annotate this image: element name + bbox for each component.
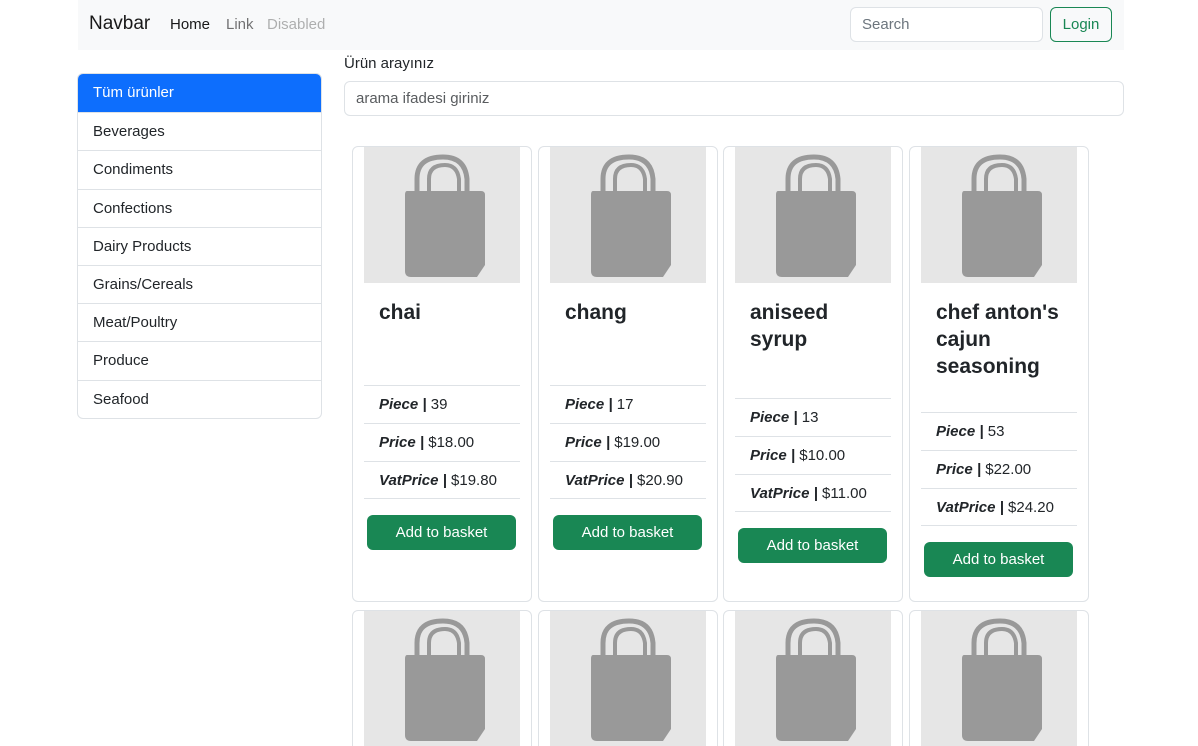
nav-link-home[interactable]: Home bbox=[170, 16, 210, 33]
product-vat-row: VatPrice | $19.80 bbox=[364, 461, 520, 499]
navbar-brand[interactable]: Navbar bbox=[89, 13, 150, 35]
piece-label: Piece bbox=[936, 423, 976, 440]
shopping-bag-icon bbox=[776, 154, 856, 277]
product-card bbox=[723, 610, 903, 746]
product-title: aniseed syrup bbox=[750, 301, 829, 351]
vat-price-label: VatPrice bbox=[936, 499, 996, 516]
product-piece-row: Piece | 17 bbox=[550, 385, 706, 423]
navbar: Navbar Home Link Disabled Login bbox=[78, 0, 1124, 50]
piece-value: 17 bbox=[616, 396, 634, 413]
product-image bbox=[364, 147, 520, 283]
shopping-bag-icon bbox=[405, 618, 485, 741]
separator: | bbox=[601, 434, 615, 451]
piece-label: Piece bbox=[379, 396, 419, 413]
vat-price-value: $19.80 bbox=[451, 472, 497, 489]
separator: | bbox=[438, 472, 452, 489]
vat-price-label: VatPrice bbox=[565, 472, 625, 489]
separator: | bbox=[604, 396, 617, 413]
separator: | bbox=[418, 396, 431, 413]
vat-price-value: $20.90 bbox=[637, 472, 683, 489]
product-price-row: Price | $10.00 bbox=[735, 436, 891, 474]
product-title: chang bbox=[565, 301, 627, 324]
product-piece-row: Piece | 13 bbox=[735, 398, 891, 436]
separator: | bbox=[809, 485, 823, 502]
product-vat-row: VatPrice | $11.00 bbox=[735, 474, 891, 512]
category-item-condiments[interactable]: Condiments bbox=[78, 150, 321, 188]
product-price-row: Price | $22.00 bbox=[921, 450, 1077, 488]
product-card: chai Piece | 39 Price | $18.00 VatPrice … bbox=[352, 146, 532, 602]
piece-value: 13 bbox=[801, 409, 819, 426]
separator: | bbox=[789, 409, 802, 426]
price-value: $10.00 bbox=[799, 447, 846, 464]
vat-price-label: VatPrice bbox=[379, 472, 439, 489]
vat-price-label: VatPrice bbox=[750, 485, 810, 502]
separator: | bbox=[975, 423, 988, 440]
shopping-bag-icon bbox=[962, 618, 1042, 741]
price-value: $19.00 bbox=[614, 434, 661, 451]
vat-price-value: $11.00 bbox=[822, 485, 867, 502]
shopping-bag-icon bbox=[405, 154, 485, 277]
category-item-grains-cereals[interactable]: Grains/Cereals bbox=[78, 264, 321, 303]
nav-link-disabled: Disabled bbox=[267, 16, 326, 33]
category-list: Tüm ürünler Beverages Condiments Confect… bbox=[77, 73, 322, 419]
product-search-label: Ürün arayınız bbox=[344, 55, 435, 72]
shopping-bag-icon bbox=[776, 618, 856, 741]
piece-label: Piece bbox=[750, 409, 790, 426]
price-value: $18.00 bbox=[428, 434, 475, 451]
product-image bbox=[735, 147, 891, 283]
product-image bbox=[550, 147, 706, 283]
piece-label: Piece bbox=[565, 396, 605, 413]
category-item-seafood[interactable]: Seafood bbox=[78, 379, 321, 418]
login-button[interactable]: Login bbox=[1050, 7, 1112, 42]
product-title: chef anton's cajun seasoning bbox=[936, 301, 1059, 378]
shopping-bag-icon bbox=[591, 618, 671, 741]
product-search-input[interactable] bbox=[344, 81, 1124, 116]
product-card: chef anton's cajun seasoning Piece | 53 … bbox=[909, 146, 1089, 602]
category-item-meat-poultry[interactable]: Meat/Poultry bbox=[78, 303, 321, 341]
price-label: Price bbox=[379, 434, 416, 451]
product-card: aniseed syrup Piece | 13 Price | $10.00 … bbox=[723, 146, 903, 602]
product-image bbox=[364, 611, 520, 746]
product-card bbox=[538, 610, 718, 746]
product-image bbox=[550, 611, 706, 746]
category-item-confections[interactable]: Confections bbox=[78, 188, 321, 227]
product-image bbox=[921, 611, 1077, 746]
nav-link-link[interactable]: Link bbox=[226, 16, 254, 33]
vat-price-value: $24.20 bbox=[1008, 499, 1054, 516]
add-to-basket-button[interactable]: Add to basket bbox=[553, 515, 702, 550]
product-image bbox=[921, 147, 1077, 283]
product-price-row: Price | $18.00 bbox=[364, 423, 520, 461]
separator: | bbox=[786, 447, 800, 464]
product-card: chang Piece | 17 Price | $19.00 VatPrice… bbox=[538, 146, 718, 602]
price-label: Price bbox=[750, 447, 787, 464]
product-vat-row: VatPrice | $24.20 bbox=[921, 488, 1077, 526]
separator: | bbox=[972, 461, 986, 478]
add-to-basket-button[interactable]: Add to basket bbox=[738, 528, 887, 563]
product-price-row: Price | $19.00 bbox=[550, 423, 706, 461]
product-image bbox=[735, 611, 891, 746]
category-item-dairy-products[interactable]: Dairy Products bbox=[78, 226, 321, 265]
category-item-beverages[interactable]: Beverages bbox=[78, 112, 321, 150]
product-piece-row: Piece | 39 bbox=[364, 385, 520, 423]
shopping-bag-icon bbox=[962, 154, 1042, 277]
separator: | bbox=[995, 499, 1009, 516]
product-card bbox=[909, 610, 1089, 746]
product-vat-row: VatPrice | $20.90 bbox=[550, 461, 706, 499]
add-to-basket-button[interactable]: Add to basket bbox=[367, 515, 516, 550]
separator: | bbox=[624, 472, 638, 489]
category-item-produce[interactable]: Produce bbox=[78, 341, 321, 379]
price-value: $22.00 bbox=[985, 461, 1032, 478]
product-piece-row: Piece | 53 bbox=[921, 412, 1077, 450]
price-label: Price bbox=[936, 461, 973, 478]
separator: | bbox=[415, 434, 429, 451]
piece-value: 53 bbox=[987, 423, 1005, 440]
product-title: chai bbox=[379, 301, 422, 324]
navbar-search-input[interactable] bbox=[850, 7, 1043, 42]
product-card bbox=[352, 610, 532, 746]
category-item-all[interactable]: Tüm ürünler bbox=[78, 74, 321, 113]
shopping-bag-icon bbox=[591, 154, 671, 277]
add-to-basket-button[interactable]: Add to basket bbox=[924, 542, 1073, 577]
price-label: Price bbox=[565, 434, 602, 451]
piece-value: 39 bbox=[430, 396, 448, 413]
